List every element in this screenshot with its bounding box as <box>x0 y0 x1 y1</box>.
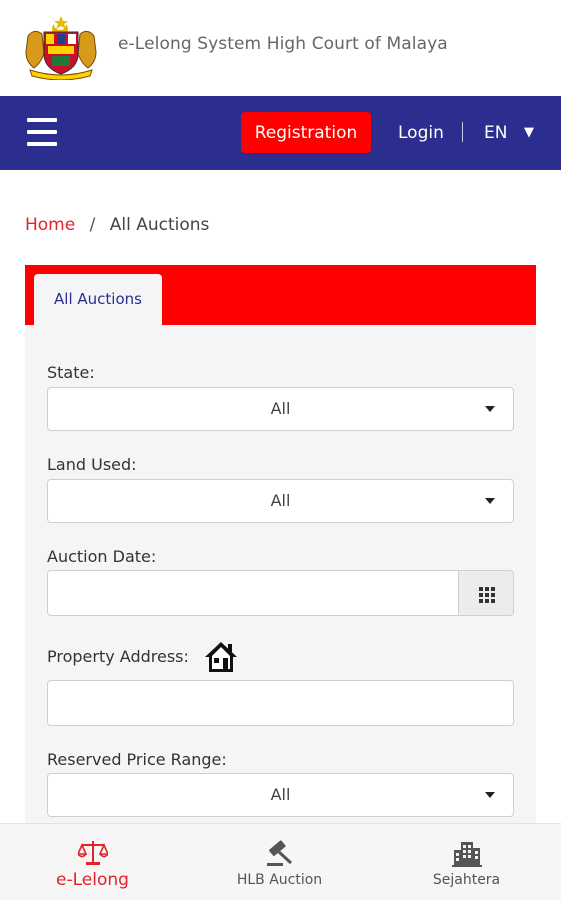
calendar-button[interactable] <box>458 570 514 616</box>
hamburger-icon[interactable] <box>27 118 57 146</box>
gavel-icon <box>266 840 292 866</box>
login-link[interactable]: Login <box>398 123 444 143</box>
auction-date-input[interactable] <box>47 570 459 616</box>
bottom-navigation: e-Lelong HLB Auction Sejahtera <box>0 823 561 900</box>
bottom-nav-e-lelong[interactable]: e-Lelong <box>20 824 165 900</box>
chevron-down-icon <box>485 792 495 798</box>
calendar-grid-icon <box>479 587 495 603</box>
land-used-select[interactable]: All <box>47 479 514 523</box>
tab-all-auctions[interactable]: All Auctions <box>34 274 162 325</box>
scales-icon <box>77 841 108 865</box>
property-address-label: Property Address: <box>47 647 189 666</box>
land-used-select-value: All <box>270 491 291 510</box>
breadcrumb: Home / All Auctions <box>25 215 209 235</box>
reserved-price-range-value: All <box>270 785 291 804</box>
site-title: e-Lelong System High Court of Malaya <box>118 34 448 54</box>
land-used-label: Land Used: <box>47 455 137 474</box>
state-select-value: All <box>270 399 291 418</box>
chevron-down-icon <box>485 406 495 412</box>
caret-down-icon[interactable]: ▼ <box>524 125 534 140</box>
auction-date-label: Auction Date: <box>47 547 157 566</box>
breadcrumb-separator: / <box>89 215 96 235</box>
panel-header: All Auctions <box>25 265 536 325</box>
breadcrumb-current: All Auctions <box>109 215 210 235</box>
property-address-input[interactable] <box>47 680 514 726</box>
state-label: State: <box>47 363 95 382</box>
state-select[interactable]: All <box>47 387 514 431</box>
auction-date-group <box>47 570 514 616</box>
nav-divider <box>462 122 463 142</box>
house-icon <box>205 642 237 672</box>
registration-button[interactable]: Registration <box>241 112 371 153</box>
bottom-nav-sejahtera-label: Sejahtera <box>432 872 501 888</box>
building-icon <box>451 842 482 867</box>
chevron-down-icon <box>485 498 495 504</box>
top-navbar: Registration Login EN ▼ <box>0 96 561 170</box>
reserved-price-range-label: Reserved Price Range: <box>47 750 227 769</box>
reserved-price-range-select[interactable]: All <box>47 773 514 817</box>
bottom-nav-hlb-auction[interactable]: HLB Auction <box>207 824 352 900</box>
bottom-nav-hlb-auction-label: HLB Auction <box>236 872 323 888</box>
breadcrumb-home-link[interactable]: Home <box>25 215 75 235</box>
bottom-nav-e-lelong-label: e-Lelong <box>56 870 129 890</box>
bottom-nav-sejahtera[interactable]: Sejahtera <box>394 824 539 900</box>
language-selector[interactable]: EN <box>484 123 507 143</box>
site-header: e-Lelong System High Court of Malaya <box>0 0 561 96</box>
malaysia-coat-of-arms-logo <box>25 16 97 80</box>
